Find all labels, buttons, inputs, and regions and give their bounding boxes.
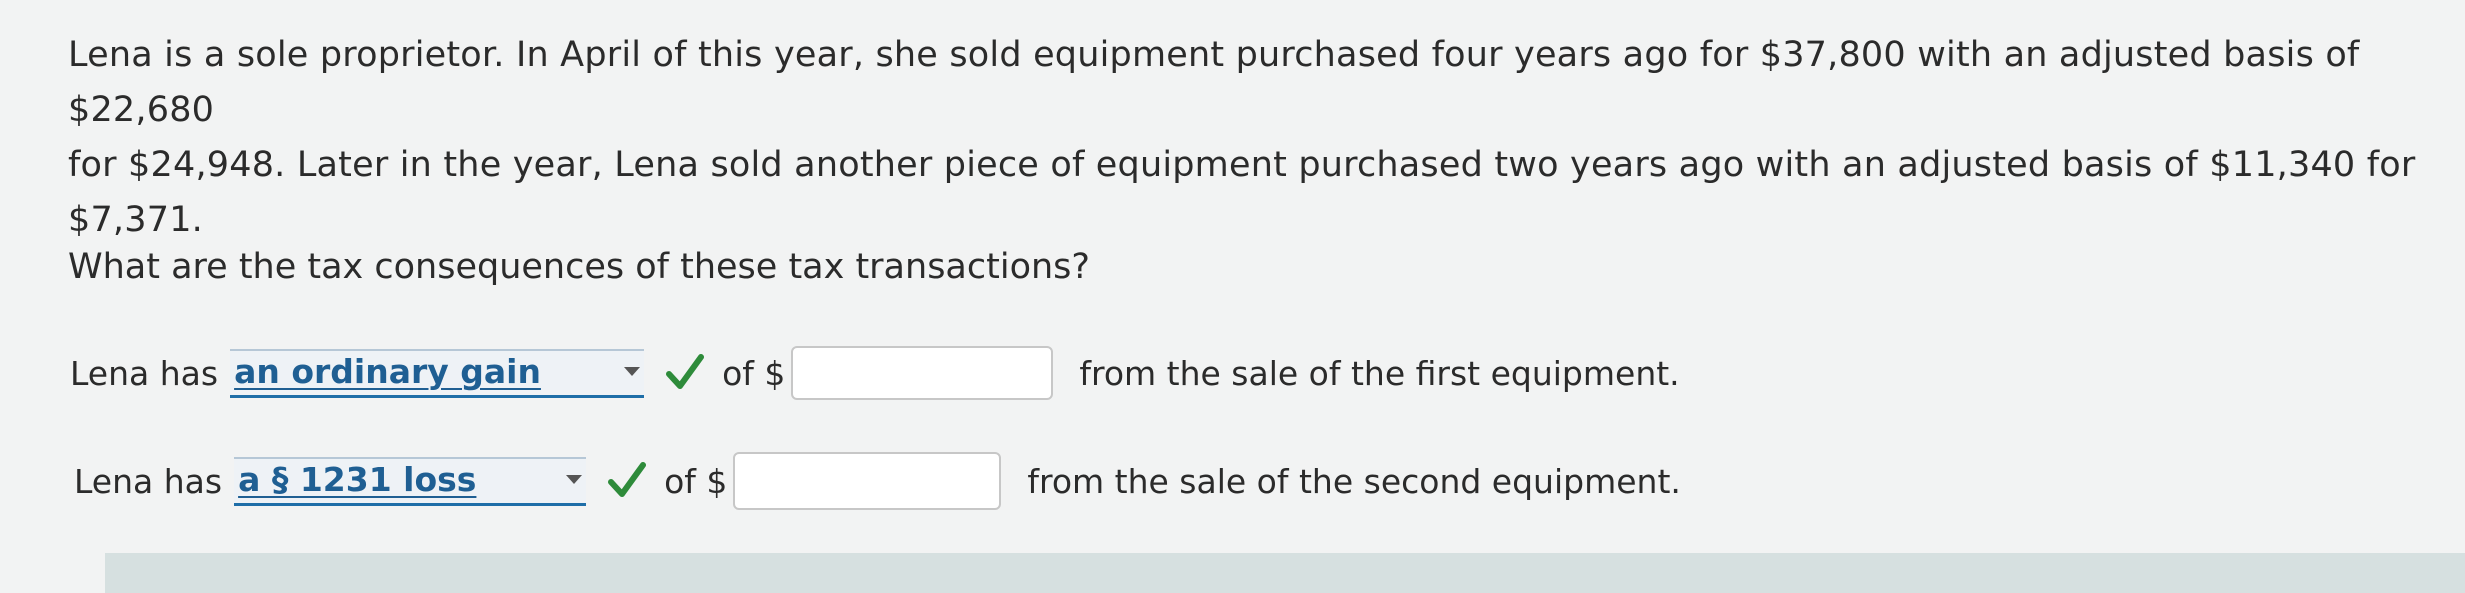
answer-trailing-text: from the sale of the first equipment. <box>1079 353 1680 393</box>
question-line-2: for $24,948. Later in the year, Lena sol… <box>68 145 2416 185</box>
dropdown-selected-value: an ordinary gain <box>234 351 541 391</box>
gain-loss-dropdown[interactable]: an ordinary gain <box>230 348 645 398</box>
checkmark-icon <box>666 354 705 389</box>
question-text: Lena is a sole proprietor. In April of t… <box>68 28 2428 248</box>
chevron-down-icon[interactable] <box>624 366 641 376</box>
dropdown-selected-value: a § 1231 loss <box>238 459 477 499</box>
answer-lead-text: Lena has <box>70 353 219 393</box>
question-line-3: $7,371. <box>68 200 203 240</box>
answer-lead-text: Lena has <box>74 461 223 501</box>
amount-input[interactable] <box>791 346 1054 400</box>
question-line-1: Lena is a sole proprietor. In April of t… <box>68 35 2360 130</box>
of-dollar-label: of $ <box>722 353 786 393</box>
question-prompt: What are the tax consequences of these t… <box>68 247 1090 287</box>
gain-loss-dropdown[interactable]: a § 1231 loss <box>234 456 587 506</box>
bottom-panel-edge <box>105 553 2465 593</box>
amount-input[interactable] <box>733 452 1002 510</box>
answer-trailing-text: from the sale of the second equipment. <box>1027 461 1681 501</box>
of-dollar-label: of $ <box>664 461 728 501</box>
answer-row-first-equipment: Lena has an ordinary gain of $ from the … <box>70 346 1680 400</box>
checkmark-icon <box>608 462 647 497</box>
chevron-down-icon[interactable] <box>566 474 583 484</box>
answer-row-second-equipment: Lena has a § 1231 loss of $ from the sal… <box>74 452 1681 510</box>
